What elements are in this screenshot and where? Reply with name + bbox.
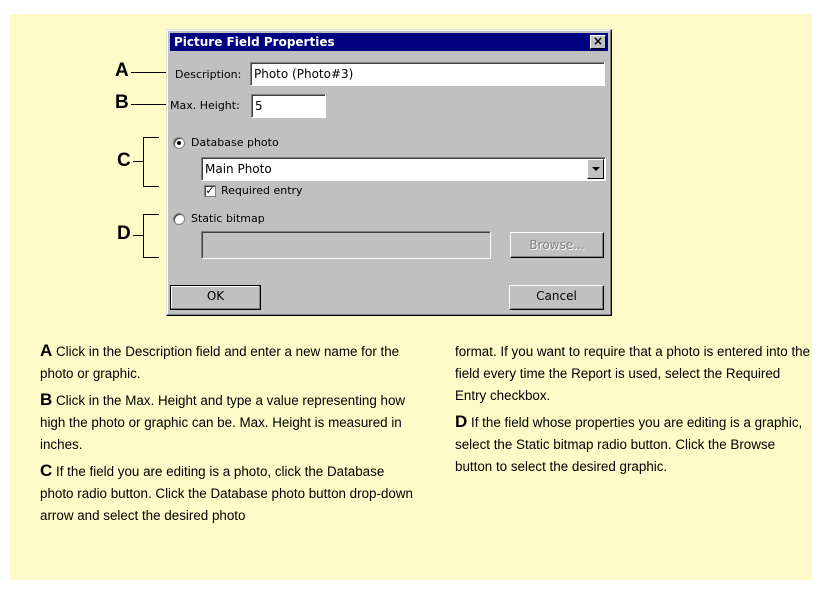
max-height-label: Max. Height: <box>170 99 240 112</box>
paragraph-d: D If the field whose properties you are … <box>455 411 813 478</box>
callout-c-bracket <box>143 137 159 187</box>
dialog-title: Picture Field Properties <box>174 35 335 49</box>
callout-b: B <box>115 92 129 113</box>
title-bar[interactable]: Picture Field Properties × <box>170 33 608 51</box>
paragraph-c-letter: C <box>40 461 53 480</box>
paragraph-c-continued: format. If you want to require that a ph… <box>455 344 811 403</box>
photo-select[interactable]: Main Photo <box>201 157 606 181</box>
static-bitmap-path-field <box>201 231 491 259</box>
paragraph-b-letter: B <box>40 390 53 409</box>
ok-button[interactable]: OK <box>170 285 261 310</box>
paragraph-a-body: Click in the Description field and enter… <box>40 344 400 381</box>
description-label: Description: <box>175 68 242 81</box>
radio-selected-dot <box>177 141 181 145</box>
cancel-button[interactable]: Cancel <box>509 285 604 310</box>
paragraph-c-body: If the field you are editing is a photo,… <box>40 464 413 523</box>
paragraph-a-letter: A <box>40 341 53 360</box>
callout-d: D <box>117 223 131 244</box>
callout-d-bracket <box>143 214 159 258</box>
callout-c: C <box>117 150 131 171</box>
max-height-input[interactable]: 5 <box>251 94 326 118</box>
callout-d-line <box>133 235 143 236</box>
checkmark-icon: ✓ <box>205 184 215 197</box>
chevron-down-icon <box>592 167 600 171</box>
paragraph-d-body: If the field whose properties you are ed… <box>455 415 803 474</box>
database-photo-radio[interactable] <box>173 137 185 149</box>
paragraph-c: C If the field you are editing is a phot… <box>40 460 415 527</box>
close-icon: × <box>592 34 604 48</box>
callout-c-line <box>133 161 143 162</box>
picture-field-properties-dialog: Picture Field Properties × Description: … <box>166 29 612 316</box>
required-entry-checkbox[interactable]: ✓ <box>204 185 216 197</box>
description-input[interactable]: Photo (Photo#3) <box>250 62 605 86</box>
paragraph-a: A Click in the Description field and ent… <box>40 340 415 385</box>
browse-button: Browse... <box>510 232 604 258</box>
paragraph-d-letter: D <box>455 412 468 431</box>
instructions-right-column: format. If you want to require that a ph… <box>455 341 813 482</box>
paragraph-b: B Click in the Max. Height and type a va… <box>40 389 415 456</box>
instructions-left-column: A Click in the Description field and ent… <box>40 340 415 531</box>
static-bitmap-label[interactable]: Static bitmap <box>191 212 265 225</box>
callout-b-line <box>131 104 166 105</box>
paragraph-b-body: Click in the Max. Height and type a valu… <box>40 393 406 452</box>
close-button[interactable]: × <box>590 35 606 49</box>
static-bitmap-radio[interactable] <box>173 213 185 225</box>
photo-select-dropdown-button[interactable] <box>587 159 604 179</box>
photo-select-value: Main Photo <box>205 162 272 176</box>
callout-a: A <box>115 60 129 81</box>
callout-a-line <box>131 72 166 73</box>
database-photo-label[interactable]: Database photo <box>191 136 279 149</box>
required-entry-label[interactable]: Required entry <box>221 184 303 197</box>
